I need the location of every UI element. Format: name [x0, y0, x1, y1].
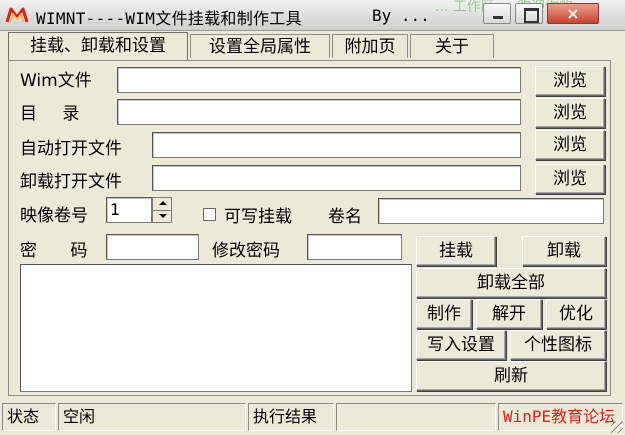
directory-input[interactable]	[117, 99, 521, 125]
close-button[interactable]: ×	[547, 3, 599, 24]
app-window: WIMNT----WIM文件挂载和制作工具 By ... ... 工作区 ...…	[0, 0, 625, 435]
maximize-button[interactable]	[515, 3, 543, 24]
mount-button[interactable]: 挂载	[416, 236, 496, 266]
refresh-button[interactable]: 刷新	[416, 361, 606, 391]
change-password-label: 修改密码	[212, 241, 280, 261]
writable-mount-checkbox[interactable]	[203, 208, 216, 221]
wim-file-input[interactable]	[117, 67, 521, 93]
spin-up-icon[interactable]	[153, 198, 171, 210]
make-button[interactable]: 制作	[416, 299, 472, 329]
status-bar: 状态 空闲 执行结果 WinPE教育论坛	[0, 400, 625, 435]
write-settings-button[interactable]: 写入设置	[416, 330, 506, 360]
image-index-label: 映像卷号	[20, 206, 88, 226]
app-logo-icon	[5, 7, 29, 23]
volume-name-label: 卷名	[328, 207, 362, 227]
unmount-button[interactable]: 卸载	[522, 236, 606, 266]
image-index-spinner[interactable]	[152, 197, 172, 223]
password-label: 密 码	[20, 241, 102, 261]
result-label: 执行结果	[248, 403, 334, 431]
output-listbox[interactable]	[20, 264, 412, 392]
auto-open-browse-button[interactable]: 浏览	[535, 130, 605, 160]
wim-file-browse-button[interactable]: 浏览	[535, 66, 605, 96]
window-title: WIMNT----WIM文件挂载和制作工具	[36, 9, 302, 28]
directory-browse-button[interactable]: 浏览	[535, 98, 605, 128]
unmount-open-label: 卸载打开文件	[20, 172, 122, 192]
status-label: 状态	[2, 403, 56, 431]
directory-label: 目 录	[20, 104, 90, 124]
result-value	[336, 403, 496, 431]
close-icon: ×	[566, 4, 580, 23]
minimize-button[interactable]	[483, 3, 511, 24]
change-password-input[interactable]	[307, 234, 402, 260]
extract-button[interactable]: 解开	[476, 299, 542, 329]
maximize-icon	[516, 4, 542, 23]
unmount-open-input[interactable]	[152, 165, 521, 191]
custom-icon-button[interactable]: 个性图标	[510, 330, 606, 360]
unmount-open-browse-button[interactable]: 浏览	[535, 164, 605, 194]
wim-file-label: Wim文件	[20, 71, 92, 91]
title-bar[interactable]: WIMNT----WIM文件挂载和制作工具 By ... ... 工作区 ...…	[0, 0, 625, 31]
auto-open-label: 自动打开文件	[20, 139, 122, 159]
volume-name-input[interactable]	[378, 198, 604, 224]
tab-global-properties[interactable]: 设置全局属性	[190, 34, 330, 58]
status-value: 空闲	[58, 403, 246, 431]
spin-down-icon[interactable]	[153, 210, 171, 223]
minimize-icon	[484, 4, 510, 23]
writable-mount-label: 可写挂载	[224, 207, 292, 227]
unmount-all-button[interactable]: 卸载全部	[416, 268, 606, 298]
optimize-button[interactable]: 优化	[546, 299, 606, 329]
auto-open-input[interactable]	[152, 132, 521, 158]
password-input[interactable]	[106, 234, 199, 260]
tab-mount-settings[interactable]: 挂载、卸载和设置	[8, 32, 188, 60]
tab-about[interactable]: 关于	[410, 34, 494, 58]
resize-grip-icon[interactable]	[611, 421, 623, 433]
window-title-suffix: By ...	[372, 6, 430, 25]
brand-link[interactable]: WinPE教育论坛	[498, 403, 623, 431]
tab-extra-page[interactable]: 附加页	[332, 34, 408, 58]
image-index-input[interactable]: 1	[106, 197, 152, 223]
